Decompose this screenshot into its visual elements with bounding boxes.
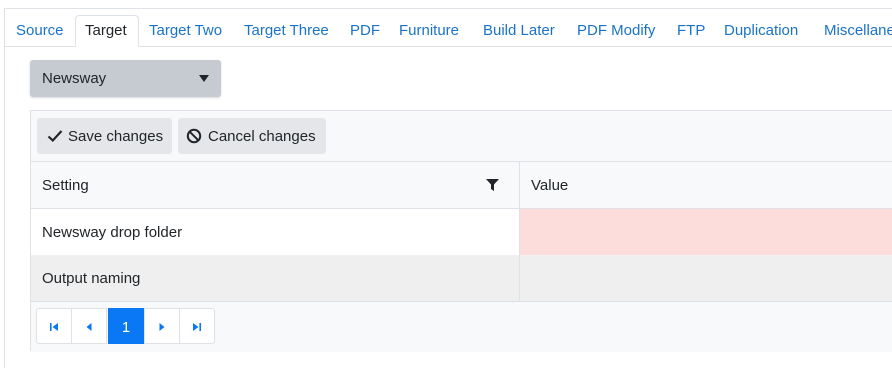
prev-page-icon — [86, 323, 92, 331]
tab-pdf-modify[interactable]: PDF Modify — [577, 15, 655, 46]
last-page-button[interactable] — [179, 308, 215, 344]
next-page-button[interactable] — [144, 308, 180, 344]
target-select-value: Newsway — [42, 70, 107, 87]
tab-target-three[interactable]: Target Three — [244, 15, 329, 46]
grid-header: Setting Value — [31, 162, 892, 209]
column-header-value[interactable]: Value — [520, 162, 892, 208]
pager: 1 — [31, 301, 892, 352]
next-page-icon — [159, 323, 165, 331]
setting-cell: Output naming — [42, 270, 141, 287]
column-divider — [519, 162, 520, 301]
settings-grid: Save changes Cancel changes Setting Valu… — [30, 110, 892, 352]
table-row[interactable]: Newsway drop folder — [31, 209, 892, 255]
setting-cell: Newsway drop folder — [42, 224, 183, 241]
tab-ftp[interactable]: FTP — [677, 15, 705, 46]
tab-target[interactable]: Target — [75, 15, 139, 47]
tab-build-later[interactable]: Build Later — [483, 15, 555, 46]
table-row[interactable]: Output naming — [31, 255, 892, 301]
tab-bar: Source Target Target Two Target Three PD… — [4, 15, 892, 47]
column-header-setting-label: Setting — [42, 177, 89, 194]
page-1-button[interactable]: 1 — [108, 308, 144, 344]
check-icon — [47, 130, 63, 143]
cancel-changes-label: Cancel changes — [208, 128, 316, 145]
tab-target-two[interactable]: Target Two — [149, 15, 222, 46]
first-page-button[interactable] — [36, 308, 72, 344]
tab-duplication[interactable]: Duplication — [724, 15, 798, 46]
tab-miscellaneous[interactable]: Miscellane — [824, 15, 892, 46]
tab-pdf[interactable]: PDF — [350, 15, 380, 46]
filter-icon[interactable] — [486, 179, 499, 191]
tab-furniture[interactable]: Furniture — [399, 15, 459, 46]
save-changes-button[interactable]: Save changes — [37, 118, 172, 154]
save-changes-label: Save changes — [68, 128, 164, 145]
target-select[interactable]: Newsway — [30, 60, 221, 97]
value-cell[interactable] — [520, 255, 892, 301]
tab-source[interactable]: Source — [16, 15, 64, 46]
column-header-setting[interactable]: Setting — [31, 162, 519, 208]
last-page-icon — [193, 323, 201, 331]
value-cell-invalid[interactable] — [520, 209, 892, 255]
first-page-icon — [50, 323, 58, 331]
ban-icon — [186, 128, 202, 144]
cancel-changes-button[interactable]: Cancel changes — [178, 118, 326, 154]
caret-down-icon — [199, 75, 209, 82]
grid-toolbar: Save changes Cancel changes — [31, 111, 892, 162]
prev-page-button[interactable] — [71, 308, 107, 344]
